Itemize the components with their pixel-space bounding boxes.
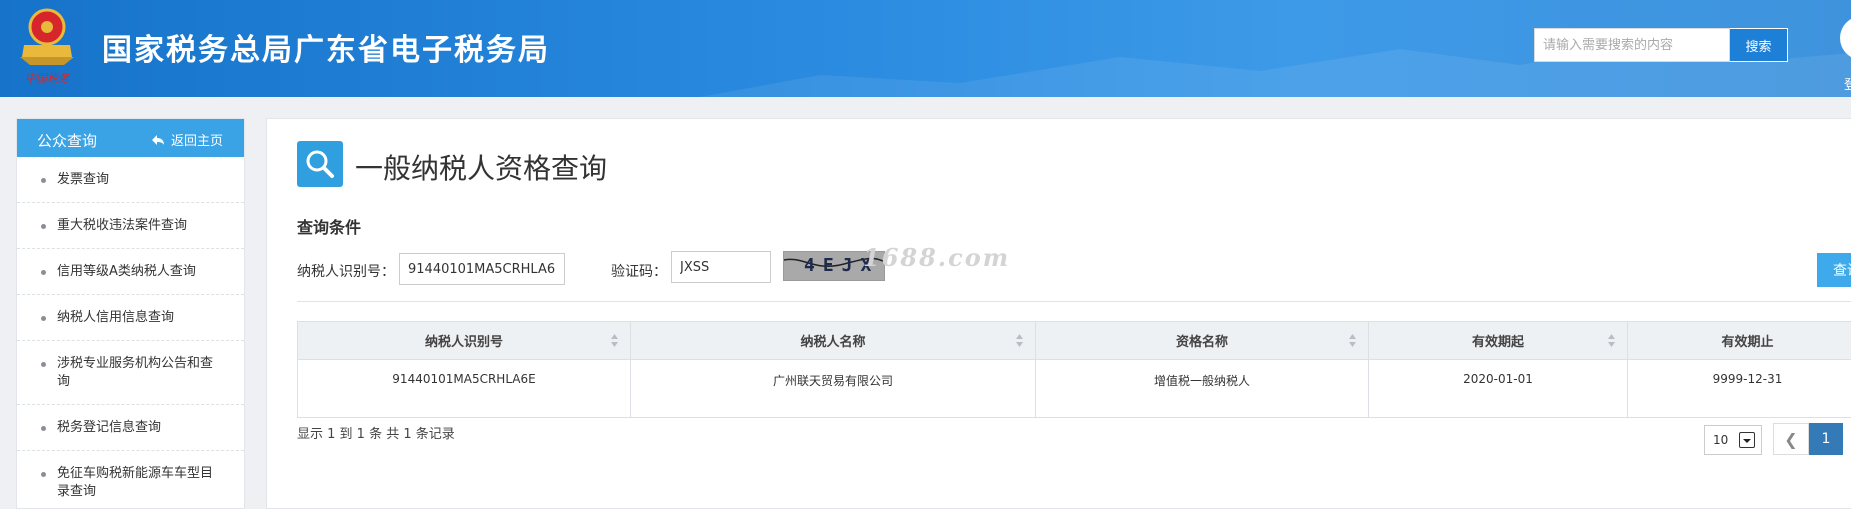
sidebar-item-label[interactable]: 信用等级A类纳税人查询 xyxy=(57,263,222,281)
cell-taxpayer-name: 广州联天贸易有限公司 xyxy=(630,359,1036,418)
sidebar-item-registration[interactable]: 税务登记信息查询 xyxy=(17,405,244,451)
sidebar-item-credit-info[interactable]: 纳税人信用信息查询 xyxy=(17,295,244,341)
sort-icon[interactable] xyxy=(611,334,618,347)
col-header-label[interactable]: 资格名称 xyxy=(1176,335,1228,350)
sidebar-menu: 发票查询 重大税收违法案件查询 信用等级A类纳税人查询 纳税人信用信息查询 涉税… xyxy=(17,157,244,509)
col-header-taxpayer-id[interactable]: 纳税人识别号 xyxy=(297,321,631,360)
sidebar: 公众查询 返回主页 发票查询 重大税收违法案件查询 信用等级A类纳税人查询 纳税… xyxy=(16,118,245,509)
search-input[interactable] xyxy=(1534,28,1730,62)
sidebar-item-label[interactable]: 发票查询 xyxy=(57,171,222,189)
page-1-button[interactable]: 1 xyxy=(1809,423,1843,455)
sidebar-item-ev-catalog[interactable]: 免征车购税新能源车车型目录查询 xyxy=(17,451,244,509)
col-header-taxpayer-name[interactable]: 纳税人名称 xyxy=(630,321,1036,360)
sidebar-title: 公众查询 xyxy=(37,132,98,150)
chevron-down-icon[interactable] xyxy=(1739,432,1755,448)
col-header-qualification[interactable]: 资格名称 xyxy=(1035,321,1369,360)
login-area[interactable]: 登 xyxy=(1838,12,1851,93)
record-info: 显示 1 到 1 条 共 1 条记录 xyxy=(297,427,455,442)
page-title: 一般纳税人资格查询 xyxy=(355,152,608,185)
captcha-label: 验证码： xyxy=(611,264,667,280)
prev-page-button[interactable]: ❮ xyxy=(1773,423,1809,455)
taxpayer-id-input[interactable] xyxy=(399,253,565,285)
page-size-select[interactable]: 10 xyxy=(1704,425,1762,455)
sidebar-item-label[interactable]: 税务登记信息查询 xyxy=(57,419,222,437)
site-title: 国家税务总局广东省电子税务局 xyxy=(102,33,550,68)
national-emblem-logo: 中国税务 xyxy=(20,8,74,85)
sort-icon[interactable] xyxy=(1349,334,1356,347)
table-header-row: 纳税人识别号 纳税人名称 资格名称 有效期起 有效期止 xyxy=(297,321,1851,360)
col-header-valid-to[interactable]: 有效期止 xyxy=(1627,321,1851,360)
query-button[interactable]: 查询 xyxy=(1817,253,1851,287)
sidebar-item-label[interactable]: 涉税专业服务机构公告和查询 xyxy=(57,355,222,391)
user-avatar-icon[interactable] xyxy=(1840,16,1851,60)
watermark: 1688.com xyxy=(863,243,1011,272)
col-header-label[interactable]: 有效期止 xyxy=(1721,335,1773,350)
sort-icon[interactable] xyxy=(1016,334,1023,347)
sidebar-item-label[interactable]: 重大税收违法案件查询 xyxy=(57,217,222,235)
cell-valid-from: 2020-01-01 xyxy=(1368,359,1628,418)
col-header-valid-from[interactable]: 有效期起 xyxy=(1368,321,1628,360)
table-row: 91440101MA5CRHLA6E 广州联天贸易有限公司 增值税一般纳税人 2… xyxy=(297,359,1851,418)
pagination: ❮ 1 xyxy=(1773,423,1843,455)
back-home-link[interactable]: 返回主页 xyxy=(151,130,223,149)
back-arrow-icon xyxy=(152,134,164,145)
results-table: 纳税人识别号 纳税人名称 资格名称 有效期起 有效期止 91440101MA5C… xyxy=(297,321,1851,418)
divider xyxy=(297,301,1851,302)
cell-valid-to: 9999-12-31 xyxy=(1627,359,1851,418)
col-header-label[interactable]: 纳税人名称 xyxy=(800,335,865,350)
col-header-label[interactable]: 纳税人识别号 xyxy=(425,335,503,350)
cell-qualification: 增值税一般纳税人 xyxy=(1035,359,1369,418)
back-home-label[interactable]: 返回主页 xyxy=(171,130,223,149)
col-header-label[interactable]: 有效期起 xyxy=(1472,335,1524,350)
sidebar-item-label[interactable]: 纳税人信用信息查询 xyxy=(57,309,222,327)
main-panel: 一般纳税人资格查询 查询条件 纳税人识别号： 验证码： 4EJX 1688.co… xyxy=(266,118,1851,509)
section-title: 查询条件 xyxy=(297,218,362,237)
sidebar-item-tax-agency[interactable]: 涉税专业服务机构公告和查询 xyxy=(17,341,244,405)
svg-text:中国税务: 中国税务 xyxy=(25,72,70,85)
top-header: 中国税务 国家税务总局广东省电子税务局 搜索 登 xyxy=(0,0,1851,97)
search-icon xyxy=(297,141,343,187)
sidebar-item-invoice[interactable]: 发票查询 xyxy=(17,157,244,203)
page-size-value[interactable]: 10 xyxy=(1713,433,1728,447)
search-button[interactable]: 搜索 xyxy=(1730,28,1788,62)
sidebar-item-credit-a[interactable]: 信用等级A类纳税人查询 xyxy=(17,249,244,295)
sidebar-item-label[interactable]: 免征车购税新能源车车型目录查询 xyxy=(57,465,222,501)
login-label[interactable]: 登 xyxy=(1844,74,1851,93)
sidebar-header: 公众查询 返回主页 xyxy=(17,119,244,157)
captcha-input[interactable] xyxy=(671,251,771,283)
taxpayer-id-label: 纳税人识别号： xyxy=(297,264,395,280)
sidebar-item-major-violation[interactable]: 重大税收违法案件查询 xyxy=(17,203,244,249)
cell-taxpayer-id: 91440101MA5CRHLA6E xyxy=(297,359,631,418)
sort-icon[interactable] xyxy=(1608,334,1615,347)
